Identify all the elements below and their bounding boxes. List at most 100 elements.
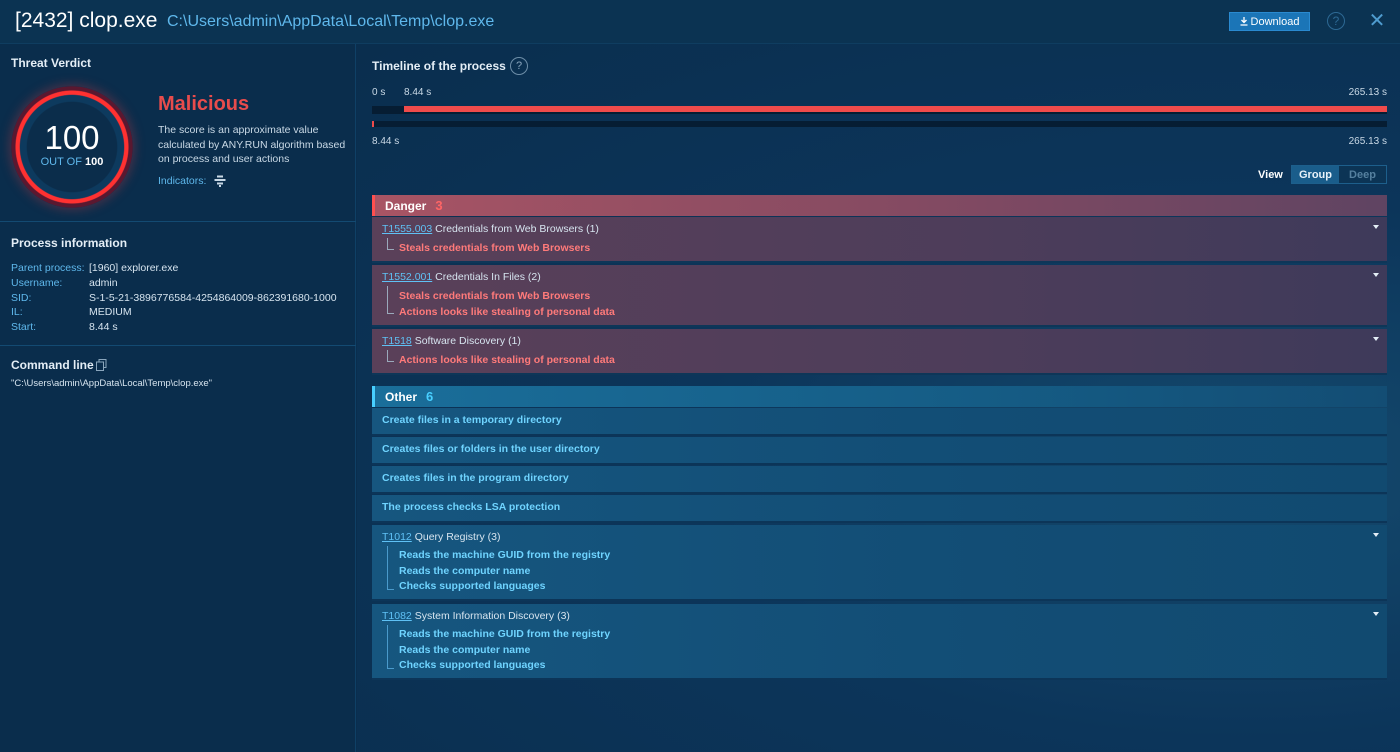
other-item[interactable]: T1082 System Information Discovery (3) R… xyxy=(372,604,1387,680)
view-toggle: Group Deep xyxy=(1291,165,1387,184)
other-sub-indicator[interactable]: Checks supported languages xyxy=(399,580,545,592)
other-item[interactable]: Create files in a temporary directory xyxy=(372,408,1387,436)
timeline-zoom-marker[interactable] xyxy=(372,121,374,127)
info-key: SID: xyxy=(11,292,32,304)
danger-indicator[interactable]: Steals credentials from Web Browsers xyxy=(399,242,590,254)
timeline-end-label: 265.13 s xyxy=(1348,87,1387,98)
item-header: T1555.003 Credentials from Web Browsers … xyxy=(382,223,599,235)
info-value: admin xyxy=(89,277,118,289)
tree-line xyxy=(387,238,394,250)
danger-item[interactable]: T1555.003 Credentials from Web Browsers … xyxy=(372,217,1387,263)
score-ring: 100 OUT OF 100 xyxy=(11,86,133,208)
other-sub-indicator[interactable]: Reads the machine GUID from the registry xyxy=(399,549,610,561)
close-icon[interactable]: ✕ xyxy=(1368,11,1386,31)
other-item[interactable]: T1012 Query Registry (3) Reads the machi… xyxy=(372,525,1387,601)
other-sub-indicator[interactable]: Reads the computer name xyxy=(399,565,530,577)
technique-link[interactable]: T1012 xyxy=(382,531,412,543)
item-header: T1012 Query Registry (3) xyxy=(382,531,500,543)
verdict-description: The score is an approximate value calcul… xyxy=(158,124,346,165)
danger-indicator[interactable]: Actions looks like stealing of personal … xyxy=(399,306,615,318)
view-group-button[interactable]: Group xyxy=(1292,166,1339,183)
technique-title: Credentials from Web Browsers (1) xyxy=(435,223,599,235)
technique-link[interactable]: T1082 xyxy=(382,610,412,622)
verdict-label: Malicious xyxy=(158,93,250,115)
view-deep-button[interactable]: Deep xyxy=(1339,166,1386,183)
other-sub-indicator[interactable]: Checks supported languages xyxy=(399,659,545,671)
other-indicator[interactable]: Create files in a temporary directory xyxy=(382,414,562,426)
command-line-title: Command line xyxy=(11,358,94,372)
chevron-down-icon[interactable] xyxy=(1373,273,1379,277)
info-key: IL: xyxy=(11,306,23,318)
danger-item[interactable]: T1518 Software Discovery (1) Actions loo… xyxy=(372,329,1387,375)
tree-line xyxy=(387,625,394,669)
danger-indicator[interactable]: Steals credentials from Web Browsers xyxy=(399,290,590,302)
other-item[interactable]: Creates files or folders in the user dir… xyxy=(372,437,1387,465)
command-line-value: "C:\Users\admin\AppData\Local\Temp\clop.… xyxy=(11,378,213,389)
timeline-bottom-end-label: 265.13 s xyxy=(1348,136,1387,147)
timeline-help-icon[interactable]: ? xyxy=(510,57,528,75)
danger-count: 3 xyxy=(435,198,443,213)
other-sub-indicator[interactable]: Reads the machine GUID from the registry xyxy=(399,628,610,640)
score-out-of-value: 100 xyxy=(85,156,104,168)
divider xyxy=(0,221,356,222)
score-value: 100 xyxy=(44,119,100,156)
other-indicator[interactable]: Creates files in the program directory xyxy=(382,472,569,484)
chevron-down-icon[interactable] xyxy=(1373,612,1379,616)
tree-line xyxy=(387,546,394,590)
danger-item[interactable]: T1552.001 Credentials In Files (2) Steal… xyxy=(372,265,1387,327)
danger-group-header: Danger 3 xyxy=(372,195,1387,216)
left-panel: Threat Verdict 100 OUT OF 100 Malicious … xyxy=(0,44,356,752)
chevron-down-icon[interactable] xyxy=(1373,533,1379,537)
info-start: Start: 8.44 s xyxy=(11,321,118,333)
timeline-marker-label: 8.44 s xyxy=(404,87,432,98)
download-label: Download xyxy=(1250,15,1300,28)
indicators-icon xyxy=(214,175,226,187)
view-label: View xyxy=(1258,169,1283,181)
other-indicator[interactable]: Creates files or folders in the user dir… xyxy=(382,443,600,455)
window-header: [2432] clop.exe C:\Users\admin\AppData\L… xyxy=(0,0,1400,44)
chevron-down-icon[interactable] xyxy=(1373,337,1379,341)
timeline-zoom-track[interactable] xyxy=(372,121,1387,127)
other-count: 6 xyxy=(426,389,434,404)
danger-indicator[interactable]: Actions looks like stealing of personal … xyxy=(399,354,615,366)
score-out-of-prefix: OUT OF xyxy=(40,156,82,168)
info-parent-process: Parent process: [1960] explorer.exe xyxy=(11,262,178,274)
process-title: [2432] clop.exe xyxy=(15,9,158,32)
item-header: T1518 Software Discovery (1) xyxy=(382,335,521,347)
other-sub-indicator[interactable]: Reads the computer name xyxy=(399,644,530,656)
item-header: T1552.001 Credentials In Files (2) xyxy=(382,271,541,283)
copy-icon[interactable] xyxy=(96,359,107,371)
info-value: 8.44 s xyxy=(89,321,118,333)
technique-link[interactable]: T1552.001 xyxy=(382,271,432,283)
divider xyxy=(0,345,356,346)
timeline-track[interactable] xyxy=(372,106,1387,114)
info-key: Start: xyxy=(11,321,37,333)
right-panel: Timeline of the process ? 0 s 8.44 s 265… xyxy=(357,44,1400,752)
timeline-start-label: 0 s xyxy=(372,87,386,98)
chevron-down-icon[interactable] xyxy=(1373,225,1379,229)
technique-title: Credentials In Files (2) xyxy=(435,271,541,283)
info-key: Username: xyxy=(11,277,63,289)
technique-link[interactable]: T1518 xyxy=(382,335,412,347)
help-icon[interactable]: ? xyxy=(1327,12,1345,30)
technique-link[interactable]: T1555.003 xyxy=(382,223,432,235)
timeline-bottom-start-label: 8.44 s xyxy=(372,136,400,147)
other-indicator[interactable]: The process checks LSA protection xyxy=(382,501,560,513)
other-group-header: Other 6 xyxy=(372,386,1387,407)
other-label: Other xyxy=(385,389,418,404)
score-out-of: OUT OF 100 xyxy=(11,156,133,168)
indicators-label: Indicators: xyxy=(158,175,207,187)
download-button[interactable]: Download xyxy=(1229,12,1310,31)
info-key: Parent process: xyxy=(11,262,85,274)
info-value: S-1-5-21-3896776584-4254864009-862391680… xyxy=(89,292,337,304)
process-info-title: Process information xyxy=(11,236,128,250)
other-item[interactable]: The process checks LSA protection xyxy=(372,495,1387,523)
indicators-link[interactable]: Indicators: xyxy=(158,175,226,187)
info-sid: SID: S-1-5-21-3896776584-4254864009-86239… xyxy=(11,292,337,304)
danger-label: Danger xyxy=(385,198,427,213)
download-icon xyxy=(1240,17,1248,26)
other-item[interactable]: Creates files in the program directory xyxy=(372,466,1387,494)
technique-title: Query Registry (3) xyxy=(414,531,501,543)
tree-line xyxy=(387,350,394,362)
info-value: [1960] explorer.exe xyxy=(89,262,179,274)
